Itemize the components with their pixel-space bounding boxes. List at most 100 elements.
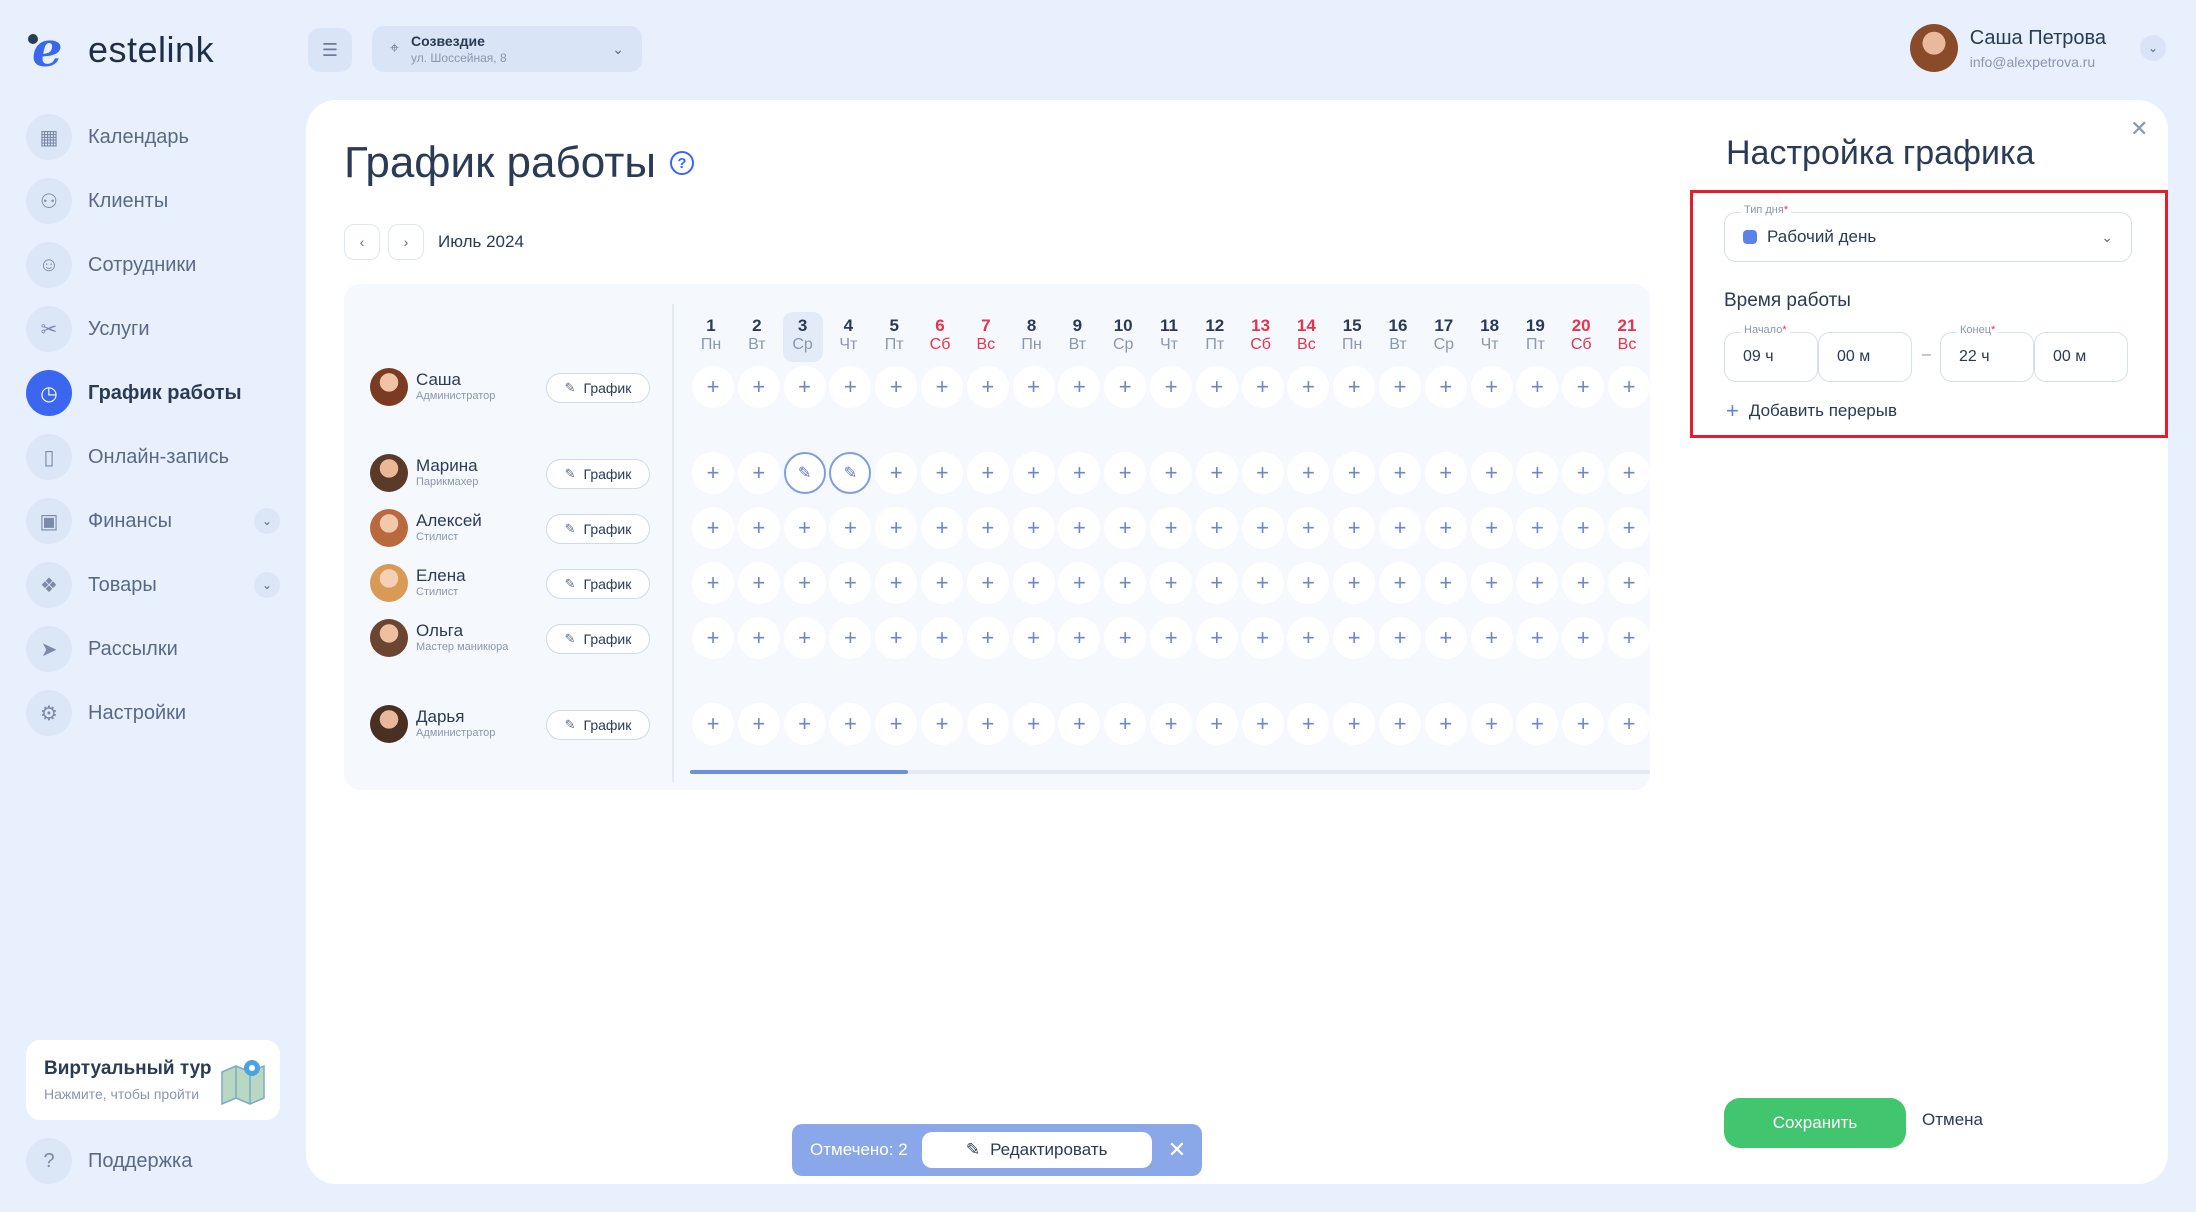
schedule-cell-add[interactable]: + [1516,507,1559,549]
user-menu-chevron-icon[interactable]: ⌄ [2140,35,2166,61]
schedule-cell-add[interactable]: + [1516,703,1559,745]
sidebar-item-5[interactable]: ▯ Онлайн-запись [26,434,280,480]
schedule-cell-add[interactable]: + [692,562,734,604]
schedule-cell-add[interactable]: + [1516,617,1559,659]
cancel-button[interactable]: Отмена [1922,1110,1983,1130]
sidebar-item-7[interactable]: ❖ Товары ⌄ [26,562,280,608]
schedule-cell-add[interactable]: + [1333,452,1376,494]
schedule-cell-add[interactable]: + [1058,562,1101,604]
support-link[interactable]: ? Поддержка [26,1138,192,1184]
end-minutes-input[interactable]: 00 м [2034,332,2128,382]
sidebar-item-8[interactable]: ➤ Рассылки [26,626,280,672]
schedule-cell-add[interactable]: + [1241,366,1284,408]
sidebar-item-1[interactable]: ⚇ Клиенты [26,178,280,224]
schedule-cell-add[interactable]: + [1012,452,1055,494]
schedule-cell-add[interactable]: + [1608,366,1650,408]
employee-schedule-button[interactable]: ✎ График [546,624,650,654]
schedule-cell-add[interactable]: + [875,562,918,604]
schedule-cell-add[interactable]: + [1012,703,1055,745]
schedule-cell-add[interactable]: + [1058,703,1101,745]
schedule-cell-add[interactable]: + [829,507,872,549]
schedule-cell-add[interactable]: + [1379,562,1421,604]
schedule-cell-add[interactable]: + [829,703,872,745]
schedule-cell-add[interactable]: + [1562,562,1605,604]
schedule-cell-add[interactable]: + [1150,617,1192,659]
schedule-cell-add[interactable]: + [1150,452,1192,494]
schedule-cell-add[interactable]: + [1516,452,1559,494]
schedule-cell-add[interactable]: + [1195,617,1238,659]
schedule-cell-add[interactable]: + [1470,366,1513,408]
schedule-cell-add[interactable]: + [737,617,780,659]
schedule-cell-add[interactable]: + [1241,507,1284,549]
sidebar-item-3[interactable]: ✂ Услуги [26,306,280,352]
schedule-cell-add[interactable]: + [1012,617,1055,659]
schedule-cell-add[interactable]: + [1104,452,1147,494]
employee-schedule-button[interactable]: ✎ График [546,459,650,489]
schedule-cell-add[interactable]: + [1241,617,1284,659]
schedule-cell-add[interactable]: + [1470,452,1513,494]
schedule-cell-add[interactable]: + [737,507,780,549]
schedule-cell-add[interactable]: + [1150,562,1192,604]
schedule-cell-add[interactable]: + [1287,703,1330,745]
schedule-cell-add[interactable]: + [1470,507,1513,549]
sidebar-item-6[interactable]: ▣ Финансы ⌄ [26,498,280,544]
schedule-cell-selected[interactable]: ✎ [829,452,872,494]
schedule-cell-add[interactable]: + [737,562,780,604]
schedule-cell-add[interactable]: + [829,366,872,408]
schedule-cell-add[interactable]: + [1333,703,1376,745]
schedule-cell-add[interactable]: + [1379,366,1421,408]
employee-schedule-button[interactable]: ✎ График [546,569,650,599]
next-month-button[interactable]: › [388,224,424,260]
schedule-cell-add[interactable]: + [1379,507,1421,549]
sidebar-item-2[interactable]: ☺ Сотрудники [26,242,280,288]
schedule-cell-add[interactable]: + [692,617,734,659]
schedule-cell-add[interactable]: + [692,452,734,494]
schedule-cell-add[interactable]: + [921,452,963,494]
schedule-cell-add[interactable]: + [921,703,963,745]
schedule-cell-add[interactable]: + [1516,366,1559,408]
schedule-cell-add[interactable]: + [1287,562,1330,604]
schedule-cell-add[interactable]: + [692,366,734,408]
prev-month-button[interactable]: ‹ [344,224,380,260]
schedule-cell-add[interactable]: + [1195,562,1238,604]
brand-logo[interactable]: e estelink [28,26,214,74]
schedule-cell-add[interactable]: + [1424,617,1467,659]
schedule-cell-add[interactable]: + [1104,366,1147,408]
schedule-cell-add[interactable]: + [1012,507,1055,549]
schedule-cell-add[interactable]: + [1333,366,1376,408]
schedule-cell-add[interactable]: + [1241,452,1284,494]
schedule-cell-add[interactable]: + [1424,703,1467,745]
schedule-cell-add[interactable]: + [783,366,826,408]
schedule-cell-add[interactable]: + [875,507,918,549]
schedule-cell-add[interactable]: + [783,703,826,745]
schedule-cell-add[interactable]: + [966,366,1009,408]
schedule-cell-add[interactable]: + [1058,507,1101,549]
schedule-cell-add[interactable]: + [1333,617,1376,659]
schedule-cell-add[interactable]: + [1424,366,1467,408]
schedule-cell-add[interactable]: + [783,507,826,549]
employee-schedule-button[interactable]: ✎ График [546,710,650,740]
schedule-cell-add[interactable]: + [1287,617,1330,659]
schedule-cell-add[interactable]: + [966,703,1009,745]
schedule-cell-add[interactable]: + [1150,507,1192,549]
end-hours-input[interactable]: Конец* 22 ч [1940,324,2034,382]
schedule-cell-add[interactable]: + [1608,507,1650,549]
schedule-cell-add[interactable]: + [1287,507,1330,549]
add-break-button[interactable]: + Добавить перерыв [1726,398,1897,424]
schedule-cell-add[interactable]: + [1287,366,1330,408]
schedule-cell-add[interactable]: + [1516,562,1559,604]
schedule-cell-add[interactable]: + [1608,703,1650,745]
schedule-cell-add[interactable]: + [1608,452,1650,494]
schedule-cell-add[interactable]: + [1424,562,1467,604]
schedule-cell-add[interactable]: + [1104,617,1147,659]
schedule-cell-add[interactable]: + [921,366,963,408]
schedule-cell-add[interactable]: + [737,366,780,408]
schedule-cell-add[interactable]: + [692,507,734,549]
schedule-cell-add[interactable]: + [966,617,1009,659]
start-minutes-input[interactable]: 00 м [1818,332,1912,382]
horizontal-scrollbar-thumb[interactable] [690,770,908,774]
schedule-cell-add[interactable]: + [1562,507,1605,549]
schedule-cell-add[interactable]: + [1241,562,1284,604]
schedule-cell-add[interactable]: + [1058,366,1101,408]
chevron-down-icon[interactable]: ⌄ [254,508,280,534]
